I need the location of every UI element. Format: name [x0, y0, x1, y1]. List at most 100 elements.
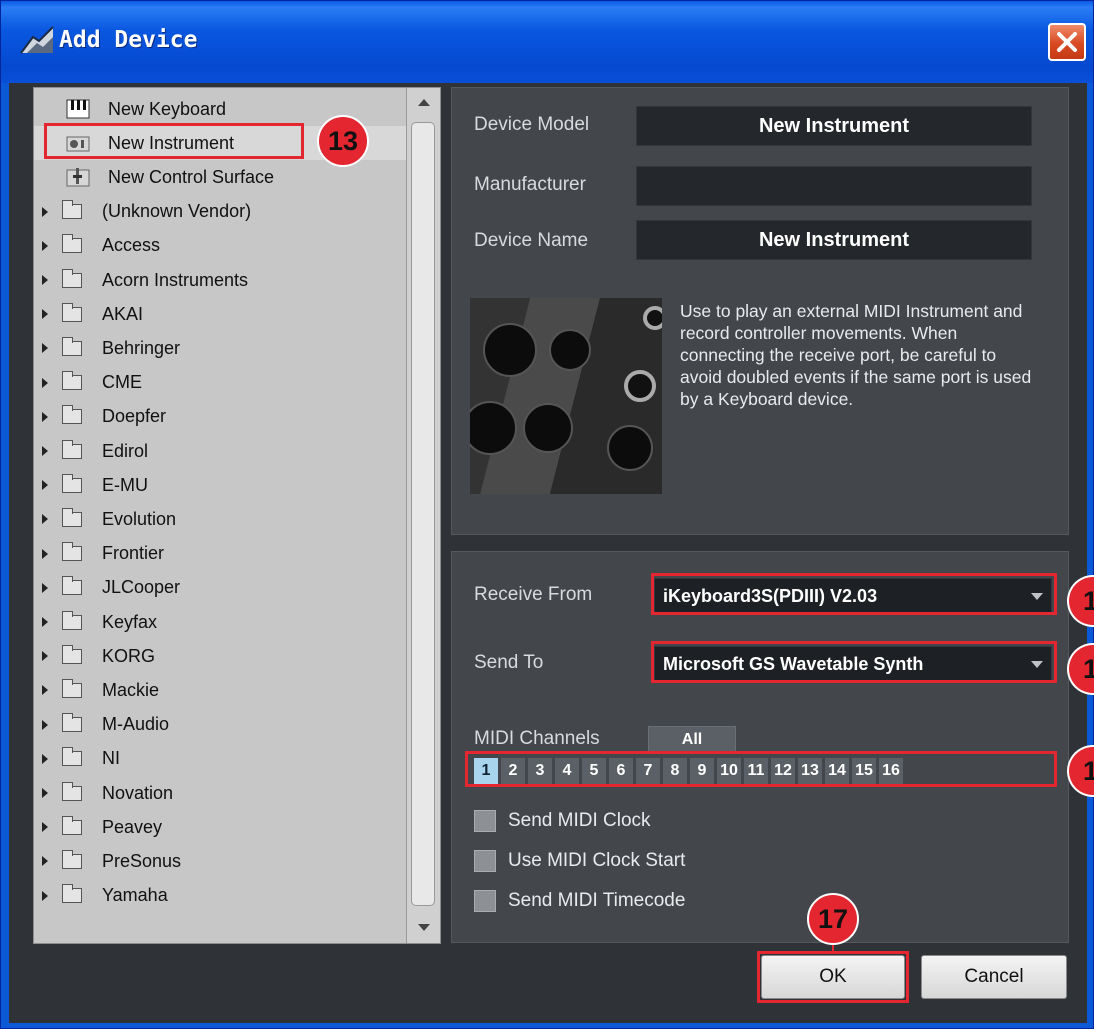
dialog-body: New Keyboard New Instrument New Control Su…	[9, 83, 1094, 1023]
device-list-scrollbar[interactable]	[406, 88, 440, 943]
folder-icon	[62, 747, 82, 767]
expand-arrow-icon[interactable]	[42, 856, 48, 867]
list-item-label: (Unknown Vendor)	[102, 201, 252, 222]
expand-arrow-icon[interactable]	[42, 446, 48, 456]
checkbox-box[interactable]	[474, 850, 496, 872]
folder-icon	[62, 678, 82, 698]
list-item-label: Doepfer	[102, 406, 167, 427]
device-name-field[interactable]: New Instrument	[636, 220, 1032, 260]
checkbox-box[interactable]	[474, 890, 496, 912]
expand-arrow-icon[interactable]	[42, 514, 48, 525]
list-item[interactable]: Peavey	[34, 810, 406, 844]
list-item[interactable]: Evolution	[34, 502, 406, 536]
highlight-receive-from	[651, 573, 1057, 615]
expand-arrow-icon[interactable]	[42, 822, 48, 833]
highlight-new-instrument	[44, 123, 304, 159]
list-item[interactable]: KORG	[34, 639, 406, 673]
list-item-label: Behringer	[102, 337, 181, 358]
list-item-label: Novation	[102, 782, 174, 803]
scroll-thumb[interactable]	[411, 122, 435, 906]
expand-arrow-icon[interactable]	[42, 651, 48, 662]
step-badge-16: 1	[1067, 745, 1094, 797]
list-item[interactable]: (Unknown Vendor)	[34, 195, 406, 229]
folder-icon	[62, 371, 82, 391]
checkbox-box[interactable]	[474, 810, 496, 832]
expand-arrow-icon[interactable]	[42, 275, 48, 285]
device-name-label: Device Name	[474, 230, 589, 251]
list-item[interactable]: M-Audio	[34, 708, 406, 742]
list-item-label: Peavey	[102, 816, 163, 837]
device-description: Use to play an external MIDI Instrument …	[680, 301, 1032, 409]
send-midi-clock-checkbox[interactable]: Send MIDI Clock	[474, 810, 651, 832]
expand-arrow-icon[interactable]	[42, 788, 48, 798]
list-item[interactable]: Novation	[34, 776, 406, 810]
scroll-down-arrow-icon[interactable]	[407, 913, 440, 943]
expand-arrow-icon[interactable]	[42, 411, 48, 422]
expand-arrow-icon[interactable]	[42, 343, 48, 354]
list-item-label: New Control Surface	[108, 166, 275, 187]
expand-arrow-icon[interactable]	[42, 309, 48, 320]
manufacturer-field[interactable]	[636, 166, 1032, 206]
list-item-label: Yamaha	[102, 885, 168, 906]
list-item[interactable]: E-MU	[34, 468, 406, 502]
expand-arrow-icon[interactable]	[42, 582, 48, 593]
expand-arrow-icon[interactable]	[42, 890, 48, 901]
list-item-label: Acorn Instruments	[102, 269, 249, 290]
list-item[interactable]: Mackie	[34, 673, 406, 707]
list-item[interactable]: AKAI	[34, 297, 406, 331]
expand-arrow-icon[interactable]	[42, 240, 48, 251]
list-item[interactable]: Behringer	[34, 331, 406, 365]
list-item[interactable]: Acorn Instruments	[34, 263, 406, 297]
list-item[interactable]: JLCooper	[34, 571, 406, 605]
add-device-window: Add Device New Keyboard New Instrument New…	[0, 0, 1094, 1029]
list-item[interactable]: Edirol	[34, 434, 406, 468]
send-midi-timecode-checkbox[interactable]: Send MIDI Timecode	[474, 890, 685, 912]
folder-icon	[62, 644, 82, 664]
instrument-preview-image	[470, 298, 662, 494]
folder-icon	[62, 781, 82, 801]
list-item-label: NI	[102, 748, 120, 769]
list-item-label: M-Audio	[102, 714, 170, 735]
expand-arrow-icon[interactable]	[42, 206, 48, 217]
scroll-up-arrow-icon[interactable]	[407, 88, 440, 118]
all-channels-button[interactable]: All	[648, 726, 736, 754]
folder-icon	[62, 507, 82, 527]
folder-icon	[62, 713, 82, 733]
expand-arrow-icon[interactable]	[42, 377, 48, 388]
folder-icon	[62, 268, 82, 288]
folder-icon	[62, 815, 82, 835]
close-button[interactable]	[1048, 23, 1086, 61]
expand-arrow-icon[interactable]	[42, 719, 48, 730]
folder-icon	[62, 576, 82, 596]
folder-icon	[62, 234, 82, 254]
title-bar[interactable]: Add Device	[1, 1, 1093, 83]
expand-arrow-icon[interactable]	[42, 480, 48, 491]
folder-icon	[62, 302, 82, 322]
expand-arrow-icon[interactable]	[42, 617, 48, 627]
list-item[interactable]: Access	[34, 229, 406, 263]
close-icon	[1057, 32, 1077, 52]
device-model-field[interactable]: New Instrument	[636, 106, 1032, 146]
use-midi-clock-start-checkbox[interactable]: Use MIDI Clock Start	[474, 850, 685, 872]
expand-arrow-icon[interactable]	[42, 753, 48, 764]
list-item[interactable]: CME	[34, 366, 406, 400]
send-midi-timecode-label: Send MIDI Timecode	[508, 890, 686, 911]
list-item[interactable]: Yamaha	[34, 879, 406, 913]
list-item-label: CME	[102, 372, 142, 393]
expand-arrow-icon[interactable]	[42, 548, 48, 559]
list-item-label: New Keyboard	[108, 98, 227, 119]
midi-channels-label: MIDI Channels	[474, 728, 600, 749]
list-item-label: Frontier	[102, 543, 165, 564]
list-item[interactable]: NI	[34, 742, 406, 776]
list-item[interactable]: Doepfer	[34, 400, 406, 434]
list-item[interactable]: Frontier	[34, 537, 406, 571]
device-list-panel: New Keyboard New Instrument New Control Su…	[33, 87, 441, 944]
list-item[interactable]: PreSonus	[34, 844, 406, 878]
receive-from-label: Receive From	[474, 584, 593, 605]
expand-arrow-icon[interactable]	[42, 685, 48, 696]
step-badge-13: 13	[317, 115, 369, 167]
folder-icon	[62, 473, 82, 493]
cancel-button[interactable]: Cancel	[921, 955, 1067, 999]
step-badge-17: 17	[807, 893, 859, 945]
list-item[interactable]: Keyfax	[34, 605, 406, 639]
